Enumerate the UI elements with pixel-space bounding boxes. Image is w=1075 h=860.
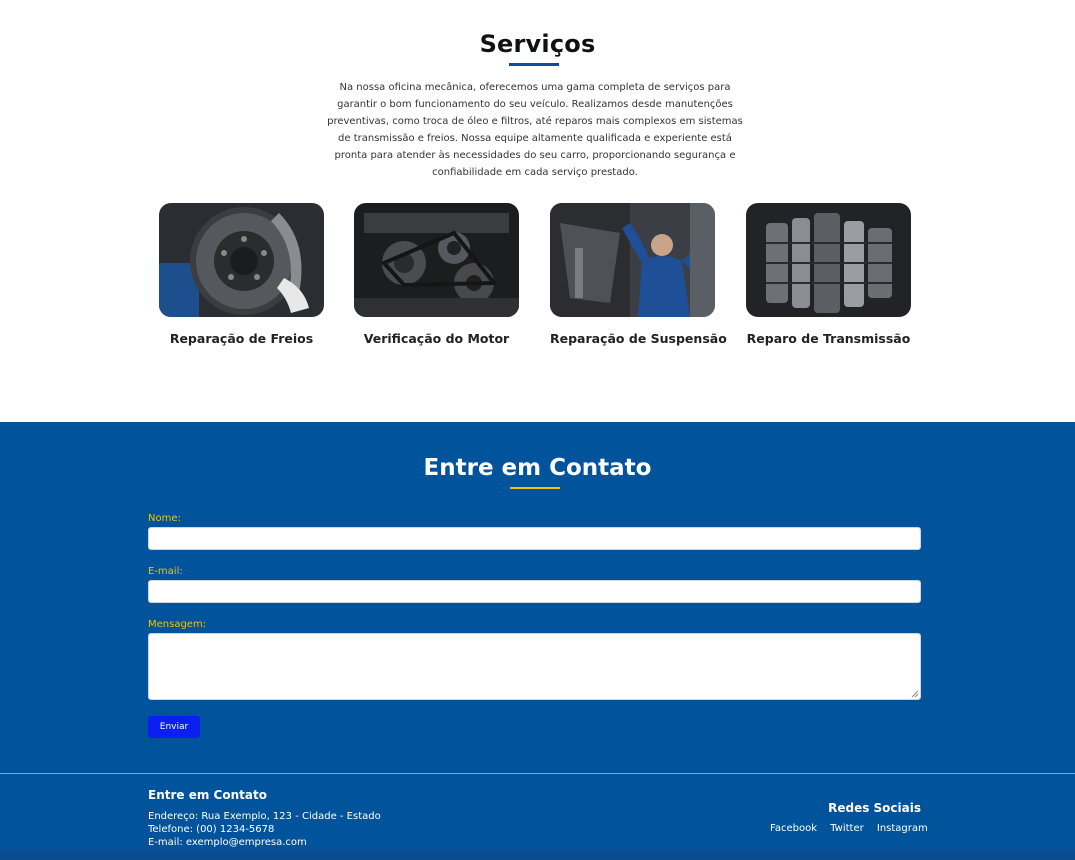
- social-links: Facebook Twitter Instagram: [770, 823, 938, 834]
- facebook-link[interactable]: Facebook: [770, 823, 817, 834]
- service-card-label: Verificação do Motor: [363, 331, 510, 346]
- services-cards: Reparação de Freios Verificação do Motor…: [159, 203, 919, 353]
- contact-section: Entre em Contato Nome: E-mail: Mensagem:…: [0, 422, 1075, 773]
- contact-title: Entre em Contato: [423, 455, 652, 481]
- service-card-label: Reparação de Freios: [169, 331, 314, 346]
- message-label: Mensagem:: [148, 619, 207, 630]
- service-card-suspension[interactable]: Reparação de Suspensão: [550, 203, 727, 346]
- social-title: Redes Sociais: [828, 801, 921, 815]
- service-card-brakes[interactable]: Reparação de Freios: [159, 203, 324, 346]
- resize-grip-icon[interactable]: [911, 690, 919, 698]
- transmission-gears-photo: [746, 203, 911, 317]
- footer-address: Endereço: Rua Exemplo, 123 - Cidade - Es…: [148, 811, 381, 822]
- name-label: Nome:: [148, 513, 181, 524]
- name-input[interactable]: [148, 527, 921, 550]
- engine-photo: [354, 203, 519, 317]
- send-button[interactable]: Enviar: [148, 716, 200, 738]
- footer: Entre em Contato Endereço: Rua Exemplo, …: [0, 773, 1075, 860]
- service-card-transmission[interactable]: Reparo de Transmissão: [746, 203, 911, 346]
- message-textarea[interactable]: [148, 633, 921, 700]
- twitter-link[interactable]: Twitter: [830, 823, 864, 834]
- mechanic-suspension-photo: [550, 203, 715, 317]
- footer-contact-title: Entre em Contato: [148, 788, 267, 802]
- email-input[interactable]: [148, 580, 921, 603]
- brake-disc-photo: [159, 203, 324, 317]
- services-description: Na nossa oficina mecânica, oferecemos um…: [327, 82, 743, 178]
- email-label: E-mail:: [148, 566, 183, 577]
- service-card-label: Reparo de Transmissão: [746, 331, 911, 346]
- service-card-label: Reparação de Suspensão: [550, 331, 727, 346]
- services-section: Serviços Na nossa oficina mecânica, ofer…: [0, 0, 1075, 422]
- instagram-link[interactable]: Instagram: [877, 823, 928, 834]
- footer-phone: Telefone: (00) 1234-5678: [148, 824, 275, 835]
- services-title-underline: [509, 63, 559, 66]
- service-card-engine[interactable]: Verificação do Motor: [354, 203, 519, 346]
- footer-email: E-mail: exemplo@empresa.com: [148, 837, 307, 848]
- contact-title-underline: [510, 487, 560, 489]
- services-title: Serviços: [479, 30, 596, 58]
